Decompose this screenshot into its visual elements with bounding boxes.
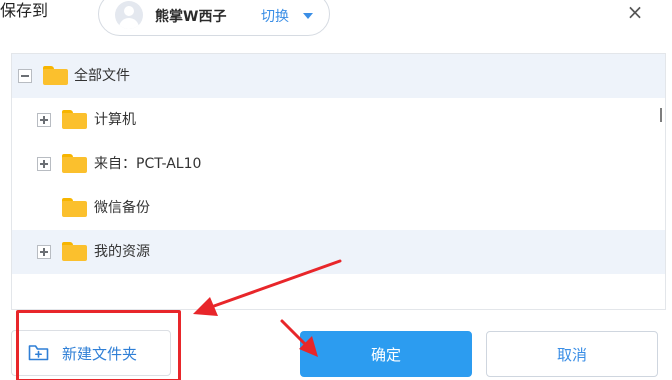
account-switcher[interactable]: 熊掌W西子 切换 [98, 0, 330, 36]
expand-icon[interactable] [37, 157, 51, 171]
folder-icon [62, 198, 87, 217]
switch-account-link[interactable]: 切换 [261, 7, 289, 27]
close-icon[interactable]: × [622, 2, 648, 22]
tree-row-from-device[interactable]: 来自：PCT-AL10 [12, 142, 665, 186]
collapse-icon[interactable] [18, 69, 32, 83]
confirm-button[interactable]: 确定 [300, 331, 472, 377]
folder-icon [62, 110, 87, 129]
dialog-title: 保存到 [0, 1, 49, 20]
scrollbar-thumb[interactable] [660, 108, 662, 122]
dialog-header: 保存到 熊掌W西子 切换 × [0, 0, 672, 42]
tree-label-root: 全部文件 [74, 68, 130, 84]
tree-label-my-resources: 我的资源 [94, 244, 150, 260]
tree-label-computer: 计算机 [94, 112, 136, 128]
tree-row-root[interactable]: 全部文件 [12, 54, 665, 98]
cancel-button[interactable]: 取消 [486, 331, 658, 377]
expand-icon[interactable] [37, 113, 51, 127]
tree-row-computer[interactable]: 计算机 [12, 98, 665, 142]
folder-tree: 全部文件 计算机 来自：PCT-AL10 微信备份 我的资源 [11, 53, 666, 310]
caret-down-icon[interactable] [303, 13, 313, 19]
avatar-icon [115, 1, 143, 29]
folder-icon [62, 242, 87, 261]
folder-icon [43, 66, 68, 85]
annotation-highlight-box [16, 310, 181, 380]
folder-icon [62, 154, 87, 173]
tree-label-wechat-backup: 微信备份 [94, 200, 150, 216]
tree-row-wechat-backup[interactable]: 微信备份 [12, 186, 665, 230]
account-username: 熊掌W西子 [155, 9, 227, 25]
tree-row-my-resources[interactable]: 我的资源 [12, 230, 665, 274]
expand-icon[interactable] [37, 245, 51, 259]
tree-label-from-device: 来自：PCT-AL10 [94, 156, 202, 172]
